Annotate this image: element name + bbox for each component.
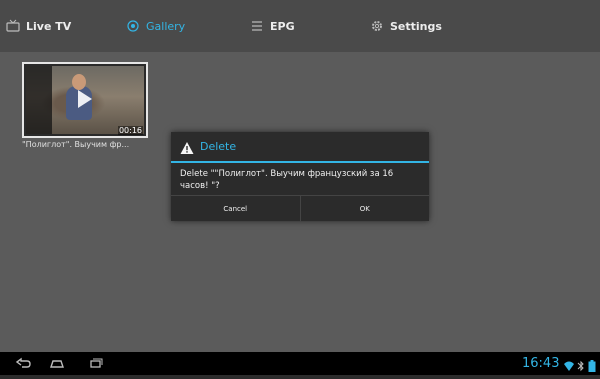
warning-icon: [180, 140, 194, 154]
system-nav-bar: 16:43: [0, 352, 600, 375]
home-button[interactable]: [42, 352, 72, 375]
dialog-divider: [171, 161, 429, 163]
dialog-buttons: Cancel OK: [171, 195, 429, 222]
delete-dialog: Delete Delete ""Полиглот". Выучим францу…: [171, 132, 429, 222]
wifi-icon: [563, 357, 575, 371]
battery-icon: [588, 357, 596, 372]
dialog-title: Delete: [200, 140, 237, 153]
dialog-message: Delete ""Полиглот". Выучим французский з…: [180, 169, 394, 191]
cancel-button[interactable]: Cancel: [171, 196, 300, 222]
app-content: Live TV Gallery EPG Settings 00:16 "Поли…: [0, 0, 600, 352]
bluetooth-icon: [576, 357, 588, 372]
status-clock: 16:43: [522, 356, 560, 371]
ok-button[interactable]: OK: [299, 196, 430, 222]
dialog-header: Delete: [171, 132, 429, 161]
back-button[interactable]: [8, 352, 38, 375]
recent-apps-button[interactable]: [80, 352, 110, 375]
